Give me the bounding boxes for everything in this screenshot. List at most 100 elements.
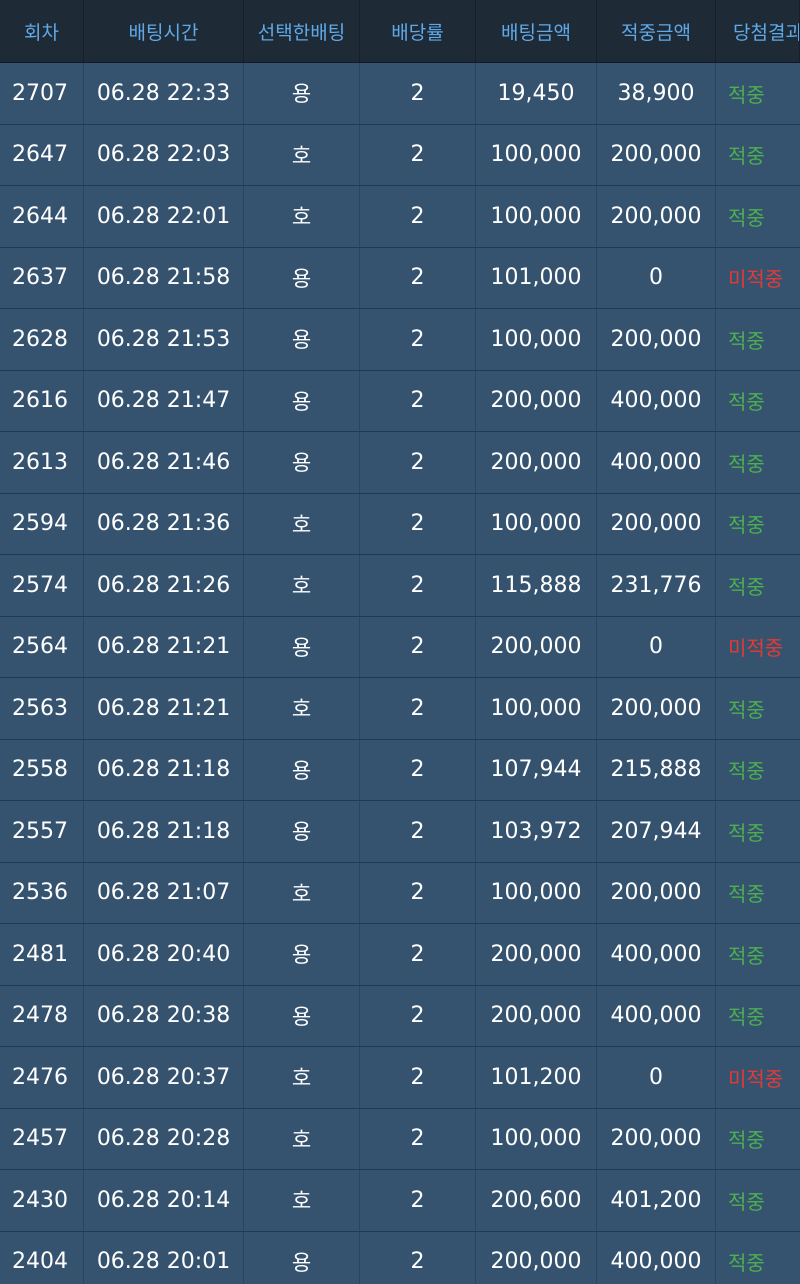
cell-amount: 200,000 <box>476 1231 597 1284</box>
table-row: 2616 06.28 21:47 용 2 200,000 400,000 적중 <box>0 370 800 432</box>
table-body: 2707 06.28 22:33 용 2 19,450 38,900 적중 2647 06.28… <box>0 63 800 1284</box>
cell-win-amount: 401,200 <box>597 1170 716 1231</box>
cell-time: 06.28 21:58 <box>84 247 244 308</box>
cell-amount: 115,888 <box>476 555 597 616</box>
cell-win-amount: 200,000 <box>597 1108 716 1169</box>
cell-time: 06.28 20:01 <box>84 1231 244 1284</box>
cell-pick: 용 <box>244 985 360 1046</box>
cell-win-amount: 200,000 <box>597 678 716 739</box>
table-row: 2430 06.28 20:14 호 2 200,600 401,200 적중 <box>0 1170 800 1232</box>
table-row: 2564 06.28 21:21 용 2 200,000 0 미적중 <box>0 616 800 678</box>
cell-win-amount: 0 <box>597 616 716 677</box>
cell-time: 06.28 21:46 <box>84 432 244 493</box>
cell-pick: 호 <box>244 124 360 185</box>
cell-result: 적중 <box>728 943 765 968</box>
table-row: 2594 06.28 21:36 호 2 100,000 200,000 적중 <box>0 493 800 555</box>
table-row: 2557 06.28 21:18 용 2 103,972 207,944 적중 <box>0 801 800 863</box>
cell-round: 2637 <box>0 247 84 308</box>
cell-round: 2536 <box>0 862 84 923</box>
header-win-amount: 적중금액 <box>597 0 716 62</box>
cell-result: 적중 <box>728 1128 765 1153</box>
cell-round: 2557 <box>0 801 84 862</box>
cell-time: 06.28 21:26 <box>84 555 244 616</box>
cell-odds: 2 <box>360 678 476 739</box>
cell-amount: 100,000 <box>476 678 597 739</box>
table-row: 2644 06.28 22:01 호 2 100,000 200,000 적중 <box>0 186 800 248</box>
cell-pick: 용 <box>244 247 360 308</box>
cell-amount: 100,000 <box>476 309 597 370</box>
cell-odds: 2 <box>360 1170 476 1231</box>
cell-result: 적중 <box>728 574 765 599</box>
header-amount: 배팅금액 <box>476 0 597 62</box>
cell-win-amount: 200,000 <box>597 309 716 370</box>
cell-win-amount: 200,000 <box>597 493 716 554</box>
cell-odds: 2 <box>360 124 476 185</box>
cell-odds: 2 <box>360 370 476 431</box>
cell-time: 06.28 22:01 <box>84 186 244 247</box>
cell-time: 06.28 21:36 <box>84 493 244 554</box>
header-time: 배팅시간 <box>84 0 244 62</box>
cell-pick: 호 <box>244 186 360 247</box>
cell-round: 2564 <box>0 616 84 677</box>
cell-amount: 100,000 <box>476 124 597 185</box>
cell-amount: 107,944 <box>476 739 597 800</box>
cell-win-amount: 0 <box>597 247 716 308</box>
table-row: 2536 06.28 21:07 호 2 100,000 200,000 적중 <box>0 862 800 924</box>
cell-round: 2707 <box>0 63 84 124</box>
cell-win-amount: 0 <box>597 1047 716 1108</box>
cell-pick: 용 <box>244 63 360 124</box>
cell-win-amount: 400,000 <box>597 985 716 1046</box>
cell-result: 적중 <box>728 697 765 722</box>
table-row: 2707 06.28 22:33 용 2 19,450 38,900 적중 <box>0 63 800 125</box>
cell-win-amount: 207,944 <box>597 801 716 862</box>
cell-round: 2558 <box>0 739 84 800</box>
cell-pick: 호 <box>244 1170 360 1231</box>
cell-time: 06.28 21:47 <box>84 370 244 431</box>
cell-odds: 2 <box>360 1047 476 1108</box>
cell-pick: 용 <box>244 370 360 431</box>
cell-pick: 호 <box>244 1108 360 1169</box>
cell-round: 2613 <box>0 432 84 493</box>
table-row: 2563 06.28 21:21 호 2 100,000 200,000 적중 <box>0 678 800 740</box>
header-odds: 배당률 <box>360 0 476 62</box>
table-row: 2628 06.28 21:53 용 2 100,000 200,000 적중 <box>0 309 800 371</box>
cell-pick: 호 <box>244 1047 360 1108</box>
cell-result: 미적중 <box>728 1066 784 1091</box>
cell-win-amount: 38,900 <box>597 63 716 124</box>
table-row: 2457 06.28 20:28 호 2 100,000 200,000 적중 <box>0 1108 800 1170</box>
cell-result: 적중 <box>728 144 765 169</box>
cell-odds: 2 <box>360 493 476 554</box>
cell-result: 적중 <box>728 513 765 538</box>
cell-result: 미적중 <box>728 267 784 292</box>
cell-win-amount: 200,000 <box>597 862 716 923</box>
cell-result: 적중 <box>728 205 765 230</box>
cell-result: 적중 <box>728 1005 765 1030</box>
cell-odds: 2 <box>360 247 476 308</box>
table-row: 2574 06.28 21:26 호 2 115,888 231,776 적중 <box>0 555 800 617</box>
header-pick: 선택한배팅 <box>244 0 360 62</box>
cell-odds: 2 <box>360 1231 476 1284</box>
cell-round: 2574 <box>0 555 84 616</box>
table-row: 2404 06.28 20:01 용 2 200,000 400,000 적중 <box>0 1231 800 1284</box>
cell-time: 06.28 20:28 <box>84 1108 244 1169</box>
cell-win-amount: 200,000 <box>597 186 716 247</box>
cell-amount: 100,000 <box>476 1108 597 1169</box>
cell-round: 2476 <box>0 1047 84 1108</box>
cell-result: 미적중 <box>728 636 784 661</box>
cell-round: 2457 <box>0 1108 84 1169</box>
cell-time: 06.28 20:14 <box>84 1170 244 1231</box>
cell-amount: 200,000 <box>476 985 597 1046</box>
header-round: 회차 <box>0 0 84 62</box>
table-row: 2613 06.28 21:46 용 2 200,000 400,000 적중 <box>0 432 800 494</box>
table-row: 2481 06.28 20:40 용 2 200,000 400,000 적중 <box>0 924 800 986</box>
cell-time: 06.28 22:03 <box>84 124 244 185</box>
cell-odds: 2 <box>360 186 476 247</box>
cell-time: 06.28 21:53 <box>84 309 244 370</box>
cell-time: 06.28 20:38 <box>84 985 244 1046</box>
cell-time: 06.28 20:37 <box>84 1047 244 1108</box>
cell-win-amount: 400,000 <box>597 1231 716 1284</box>
table-header: 회차 배팅시간 선택한배팅 배당률 배팅금액 적중금액 당첨결과 <box>0 0 800 63</box>
cell-pick: 호 <box>244 555 360 616</box>
cell-round: 2594 <box>0 493 84 554</box>
cell-result: 적중 <box>728 1189 765 1214</box>
